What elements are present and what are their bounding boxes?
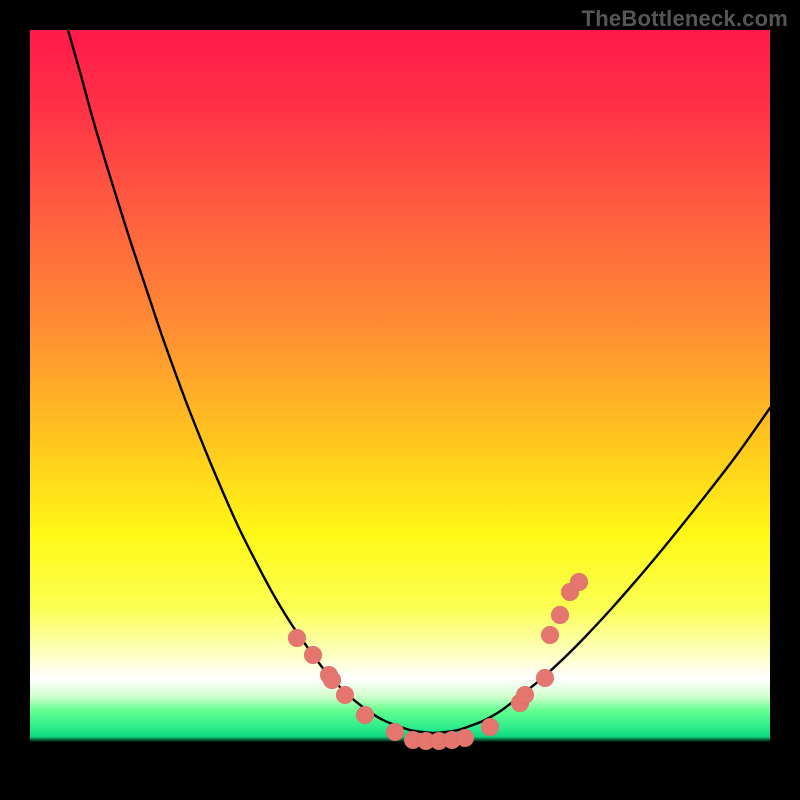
outer-frame: TheBottleneck.com	[0, 0, 800, 800]
curve-marker	[386, 723, 404, 741]
curve-marker	[336, 686, 354, 704]
curve-marker	[570, 573, 588, 591]
marker-group	[288, 573, 588, 750]
curve-marker	[288, 629, 306, 647]
curve-marker	[516, 686, 534, 704]
curve-layer	[30, 30, 770, 770]
curve-marker	[304, 646, 322, 664]
bottleneck-curve	[68, 30, 770, 733]
plot-area	[30, 30, 770, 770]
curve-marker	[551, 606, 569, 624]
curve-marker	[481, 718, 499, 736]
curve-marker	[356, 706, 374, 724]
curve-marker	[541, 626, 559, 644]
curve-marker	[536, 669, 554, 687]
curve-marker	[456, 729, 474, 747]
watermark-text: TheBottleneck.com	[582, 6, 788, 32]
curve-marker	[323, 671, 341, 689]
